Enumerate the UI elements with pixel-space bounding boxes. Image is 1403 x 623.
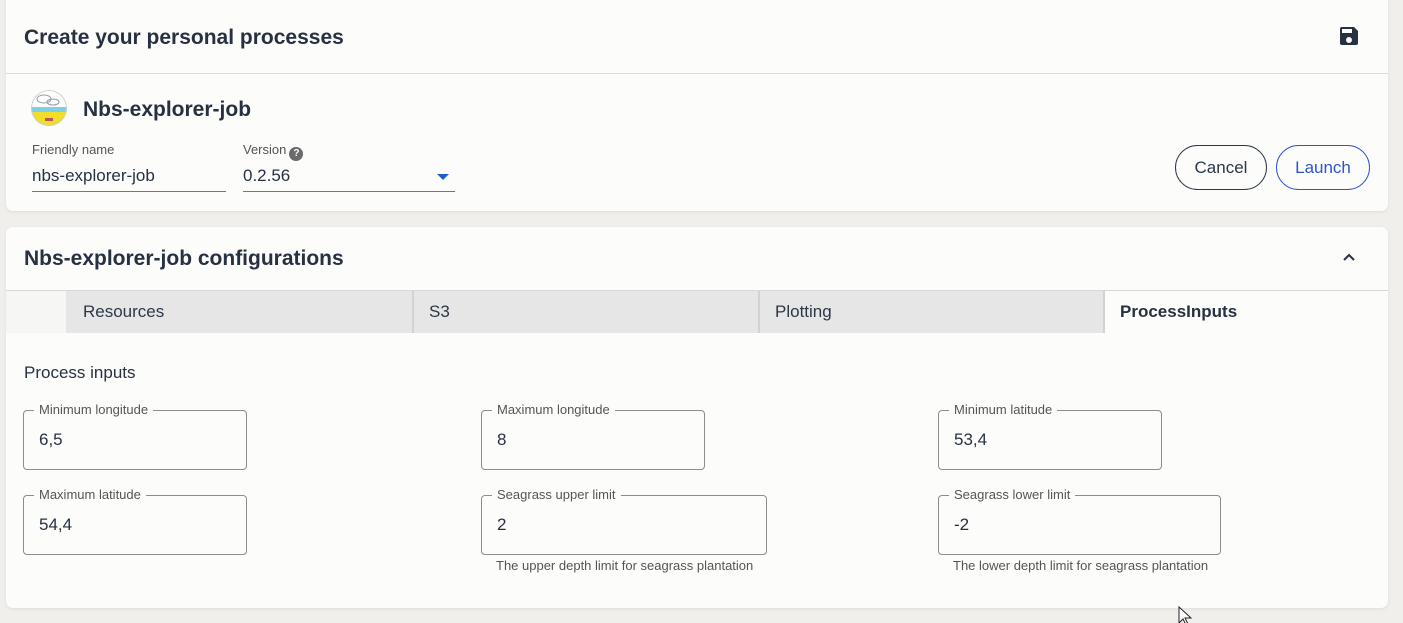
page-title: Create your personal processes [24, 26, 344, 49]
minimum-longitude-field[interactable]: Minimum longitude 6,5 [23, 402, 247, 470]
minimum-latitude-field[interactable]: Minimum latitude 53,4 [938, 402, 1162, 470]
field-label: Seagrass lower limit [949, 487, 1076, 503]
process-card: Create your personal processes Nbs-explo… [6, 0, 1388, 211]
nbs-logo-icon [31, 90, 67, 126]
field-value[interactable]: 8 [497, 430, 506, 450]
tab-processinputs[interactable]: ProcessInputs [1103, 291, 1388, 333]
seagrass-lower-limit-helper: The lower depth limit for seagrass plant… [953, 558, 1209, 573]
version-underline [243, 191, 455, 192]
cancel-button[interactable]: Cancel [1175, 145, 1267, 190]
tab-s3[interactable]: S3 [412, 291, 758, 333]
tab-resources[interactable]: Resources [66, 291, 412, 333]
chevron-up-icon[interactable] [1341, 249, 1357, 265]
field-label: Minimum latitude [949, 402, 1058, 418]
save-icon[interactable] [1337, 24, 1361, 48]
field-value[interactable]: 6,5 [39, 430, 63, 450]
configurations-card: Nbs-explorer-job configurations Resource… [6, 227, 1388, 608]
field-label: Minimum longitude [34, 402, 154, 418]
friendly-name-underline [32, 191, 226, 192]
friendly-name-input[interactable]: nbs-explorer-job [32, 166, 155, 186]
tab-plotting[interactable]: Plotting [758, 291, 1103, 333]
field-value[interactable]: 2 [497, 515, 506, 535]
dropdown-arrow-icon[interactable] [437, 174, 449, 180]
maximum-latitude-field[interactable]: Maximum latitude 54,4 [23, 487, 247, 555]
section-title: Process inputs [24, 363, 136, 382]
help-icon[interactable]: ? [289, 147, 304, 161]
field-label: Maximum longitude [492, 402, 615, 418]
version-label: Version? [243, 142, 304, 161]
field-label: Maximum latitude [34, 487, 146, 503]
field-label: Seagrass upper limit [492, 487, 621, 503]
field-value[interactable]: 54,4 [39, 515, 72, 535]
config-tabs: Resources S3 Plotting ProcessInputs [6, 290, 1388, 333]
seagrass-lower-limit-field[interactable]: Seagrass lower limit -2 [938, 487, 1221, 555]
tab-spacer [6, 291, 66, 333]
launch-button[interactable]: Launch [1276, 145, 1370, 190]
seagrass-upper-limit-field[interactable]: Seagrass upper limit 2 [481, 487, 767, 555]
field-value[interactable]: 53,4 [954, 430, 987, 450]
header-divider [6, 73, 1388, 74]
seagrass-upper-limit-helper: The upper depth limit for seagrass plant… [496, 558, 754, 573]
version-select[interactable]: 0.2.56 [243, 166, 290, 186]
configurations-title: Nbs-explorer-job configurations [24, 247, 344, 270]
friendly-name-label: Friendly name [32, 142, 115, 157]
version-label-text: Version [243, 142, 287, 157]
maximum-longitude-field[interactable]: Maximum longitude 8 [481, 402, 705, 470]
job-title: Nbs-explorer-job [83, 98, 252, 121]
mouse-cursor-icon [1178, 606, 1192, 623]
field-value[interactable]: -2 [954, 515, 969, 535]
